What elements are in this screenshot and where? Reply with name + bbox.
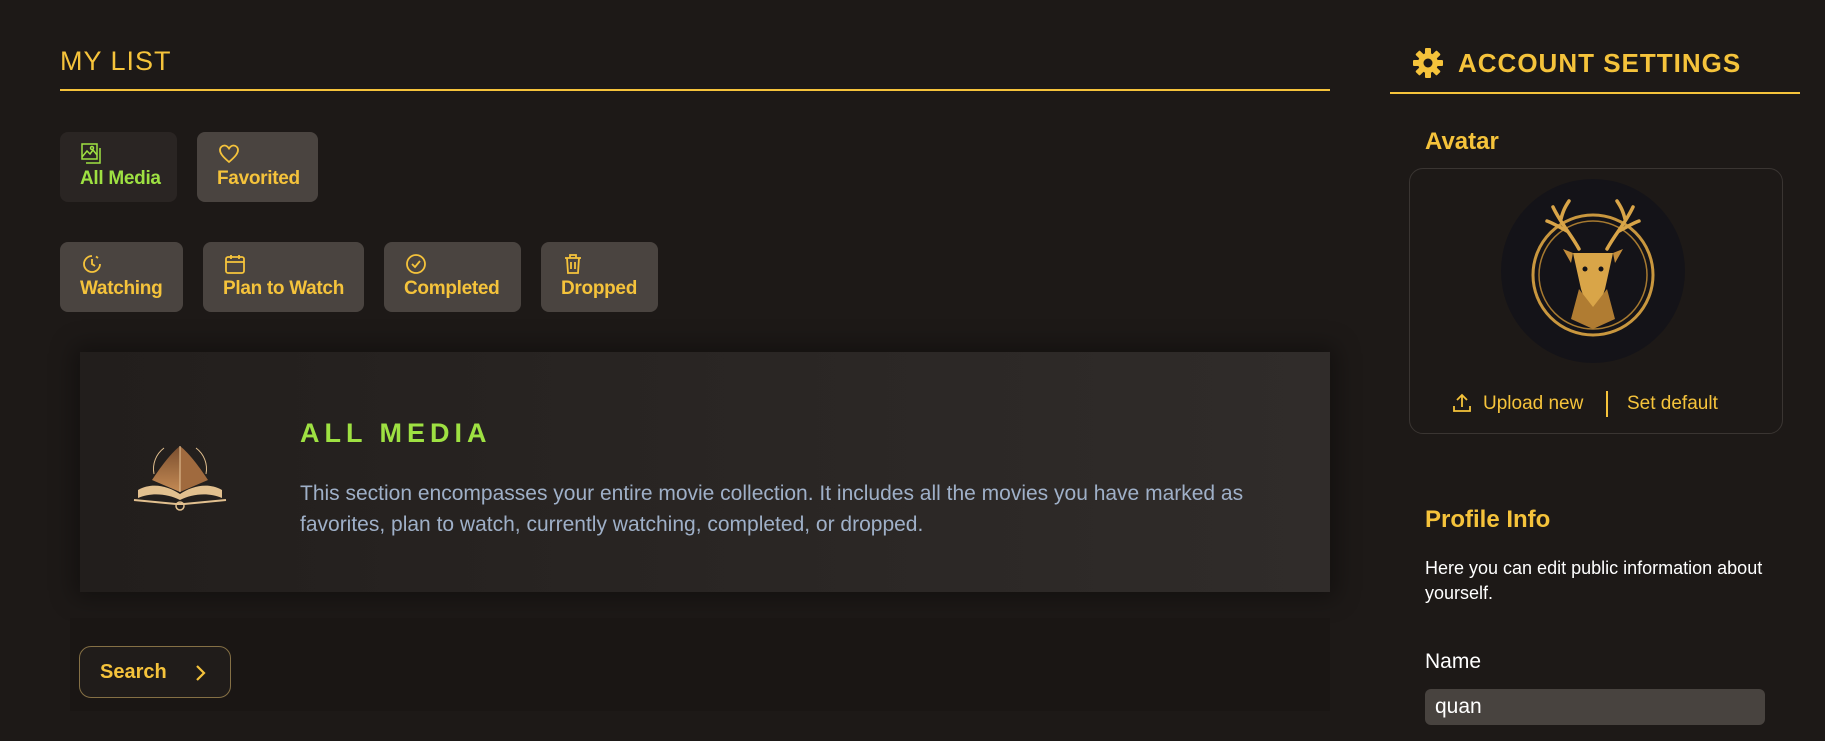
upload-icon	[1453, 393, 1471, 412]
title-divider	[1390, 92, 1800, 94]
action-divider	[1606, 391, 1608, 417]
open-book-logo-icon	[133, 446, 227, 511]
calendar-icon	[225, 255, 245, 274]
tab-label: Watching	[80, 278, 163, 299]
tab-label: All Media	[80, 168, 161, 189]
upload-new-link[interactable]: Upload new	[1483, 393, 1583, 415]
tab-plan-to-watch[interactable]: Plan to Watch	[203, 242, 364, 312]
check-circle-icon	[406, 254, 426, 274]
my-list-panel: MY LIST All Media Favorited Watching Pla…	[60, 0, 1330, 741]
account-settings-title: ACCOUNT SETTINGS	[1458, 48, 1742, 78]
profile-info-heading: Profile Info	[1425, 506, 1551, 533]
name-label: Name	[1425, 650, 1482, 673]
avatar-card: Upload new Set default	[1409, 168, 1783, 434]
tab-label: Favorited	[217, 168, 300, 189]
search-button[interactable]: Search	[79, 646, 231, 698]
tab-all-media[interactable]: All Media	[60, 132, 177, 202]
tab-dropped[interactable]: Dropped	[541, 242, 658, 312]
avatar-heading: Avatar	[1425, 128, 1499, 155]
card-title: ALL MEDIA	[300, 418, 492, 448]
profile-info-description: Here you can edit public information abo…	[1425, 558, 1763, 603]
my-list-title: MY LIST	[60, 46, 172, 76]
media-info-card: ALL MEDIA This section encompasses your …	[80, 352, 1330, 592]
search-button-label: Search	[100, 661, 167, 683]
card-description: This section encompasses your entire mov…	[300, 482, 1244, 536]
clock-icon	[83, 255, 101, 273]
gear-icon	[1413, 48, 1443, 78]
tab-favorited[interactable]: Favorited	[197, 132, 318, 202]
tab-label: Dropped	[561, 278, 638, 299]
trash-icon	[565, 254, 581, 274]
images-icon	[81, 143, 101, 164]
title-divider	[60, 89, 1330, 91]
set-default-link[interactable]: Set default	[1627, 393, 1718, 415]
tab-label: Plan to Watch	[223, 278, 345, 299]
tab-label: Completed	[404, 278, 500, 299]
avatar	[1501, 179, 1685, 363]
chevron-right-icon	[196, 665, 206, 681]
tab-watching[interactable]: Watching	[60, 242, 183, 312]
avatar-actions: Upload new Set default	[1410, 391, 1782, 421]
account-settings-panel: ACCOUNT SETTINGS Avatar Upload new Set d…	[1390, 0, 1800, 741]
tab-completed[interactable]: Completed	[384, 242, 521, 312]
deer-emblem-icon	[1531, 199, 1655, 337]
results-area	[70, 618, 1330, 711]
name-input[interactable]	[1425, 689, 1765, 725]
heart-icon	[219, 144, 239, 164]
